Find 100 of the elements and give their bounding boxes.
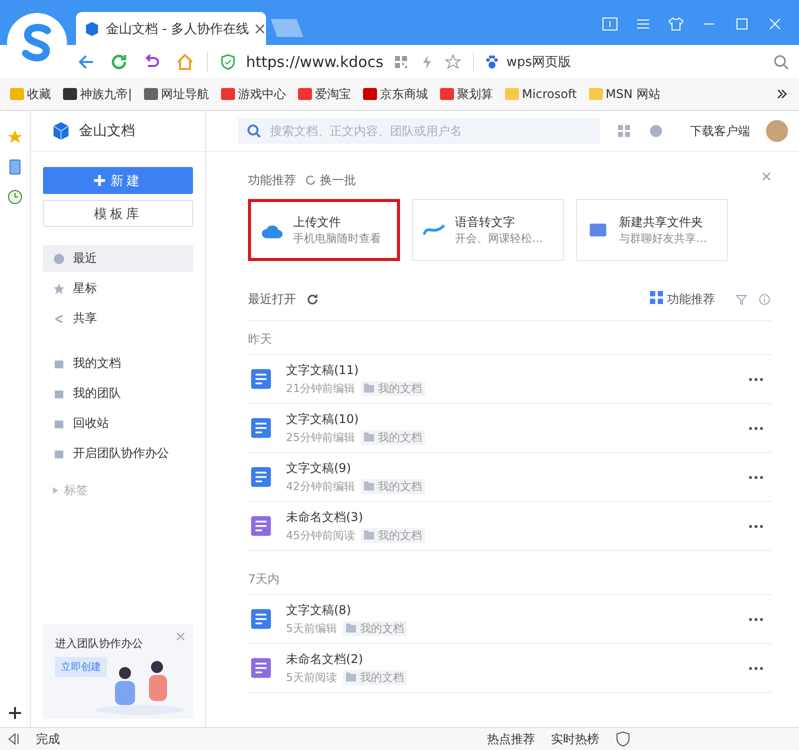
file-time: 25分钟前编辑 [286,430,355,445]
close-icon[interactable] [254,24,265,34]
folder-icon [364,481,374,491]
nav-icon [53,358,65,370]
status-text: 完成 [36,730,60,748]
file-row[interactable]: 文字文稿(9) 42分钟前编辑 我的文档 [248,453,771,502]
file-row[interactable]: 文字文稿(11) 21分钟前编辑 我的文档 [248,355,771,404]
nav-icon [53,282,65,294]
sidebar-item[interactable]: 我的团队 [43,380,193,407]
file-row[interactable]: 未命名文档(3) 45分钟前阅读 我的文档 [248,502,771,551]
bookmark-link[interactable]: MSN 网站 [588,86,660,102]
clock-icon[interactable] [7,189,23,205]
more-options-icon[interactable] [749,666,763,670]
template-button[interactable]: 模板库 [43,200,193,227]
feature-card[interactable]: 上传文件 手机电脑随时查看 [248,199,400,261]
bookmark-link[interactable]: 游戏中心 [221,86,286,102]
file-row[interactable]: 文字文稿(8) 5天前编辑 我的文档 [248,595,771,644]
tab-count-icon[interactable] [602,16,618,32]
group-label: 昨天 [248,321,771,355]
file-name: 未命名文档(3) [286,509,364,526]
card-title: 语音转文字 [455,214,516,231]
refresh-icon [306,175,316,185]
sidebar-item[interactable]: 星标 [43,275,193,302]
maximize-icon[interactable] [734,16,750,32]
info-icon[interactable] [758,293,771,306]
more-options-icon[interactable] [749,426,763,430]
more-options-icon[interactable] [749,618,763,620]
card-subtitle: 与群聊好友共享… [619,231,707,246]
bookmark-link[interactable]: Microsoft [505,87,577,101]
bookmark-link[interactable]: 京东商城 [363,86,428,102]
document-icon [250,368,272,390]
app-name: 金山文档 [79,122,135,140]
file-row[interactable]: 文字文稿(10) 25分钟前编辑 我的文档 [248,404,771,453]
star-icon[interactable] [445,54,462,70]
feature-recommend-link[interactable]: 功能推荐 [650,291,715,308]
group-label: 7天内 [248,551,771,595]
new-tab-button[interactable] [270,19,304,37]
file-time: 5天前编辑 [286,621,337,636]
file-name: 未命名文档(2) [286,651,364,668]
sidebar-item[interactable]: 回收站 [43,410,193,437]
bookmark-link[interactable]: 收藏 [10,86,51,102]
browser-tab[interactable]: 金山文档 - 多人协作在线 [76,12,266,45]
cube-icon [51,121,71,141]
bookmark-link[interactable]: 爱淘宝 [298,86,352,102]
feature-card[interactable]: 语音转文字 开会、网课轻松… [412,199,564,261]
folder-icon [364,530,374,540]
search-icon[interactable] [773,54,789,70]
grid-icon[interactable] [616,123,632,139]
sidebar-item[interactable]: 开启团队协作办公 [43,440,193,467]
file-name: 文字文稿(11) [286,362,360,379]
nav-icon [53,448,65,460]
folder-icon [364,383,374,393]
file-name: 文字文稿(8) [286,602,352,619]
address-field[interactable]: https://www.kdocs [246,52,384,70]
plus-icon[interactable] [7,705,23,721]
document-icon [250,417,272,439]
refresh-link[interactable]: 换一批 [306,172,356,189]
nav-icon [53,312,65,324]
qr-code-icon[interactable] [393,54,410,70]
refresh-icon[interactable] [306,293,319,306]
sidebar-item[interactable]: 我的文档 [43,350,193,377]
chevrons-icon[interactable] [777,89,787,99]
document-icon [250,466,272,488]
star-icon[interactable] [7,129,23,145]
new-button[interactable]: 新建 [43,167,193,194]
grid-icon [650,291,663,304]
card-title: 上传文件 [293,214,342,231]
more-options-icon[interactable] [749,524,763,528]
status-link[interactable]: 热点推荐 [487,730,535,748]
bookmark-link[interactable]: 神族九帝| [63,86,132,102]
feature-card[interactable]: 新建共享文件夹 与群聊好友共享… [576,199,728,261]
status-link[interactable]: 实时热榜 [551,730,599,748]
file-time: 21分钟前编辑 [286,381,355,396]
home-icon[interactable] [175,52,195,72]
tablet-icon[interactable] [7,159,23,175]
triangle-icon [53,487,58,494]
close-icon[interactable] [762,172,771,181]
sidebar-item[interactable]: 共享 [43,305,193,332]
shield-icon [220,54,236,70]
sidebar-item[interactable]: 最近 [43,245,193,272]
sidebar-toggle-icon[interactable] [8,733,20,745]
nav-icon [53,388,65,400]
more-options-icon[interactable] [749,378,763,380]
document-icon [250,515,272,537]
cube-icon [84,20,100,36]
close-icon[interactable] [767,16,783,32]
promo-title: 进入团队协作办公 [55,636,143,651]
bookmark-link[interactable]: 聚划算 [440,86,494,102]
avatar[interactable] [766,120,788,142]
more-options-icon[interactable] [749,476,763,478]
file-time: 42分钟前编辑 [286,479,355,494]
bookmark-link[interactable]: 网址导航 [144,86,210,102]
shield-icon[interactable] [615,731,631,747]
shirt-icon[interactable] [668,16,684,32]
download-link[interactable]: 下载客户端 [690,122,750,140]
file-name: 文字文稿(10) [286,411,360,428]
filter-icon[interactable] [735,293,748,306]
search-field[interactable]: wps网页版 [506,52,767,70]
section-title: 功能推荐 [248,172,296,189]
file-row[interactable]: 未命名文档(2) 5天前阅读 我的文档 [248,644,771,693]
